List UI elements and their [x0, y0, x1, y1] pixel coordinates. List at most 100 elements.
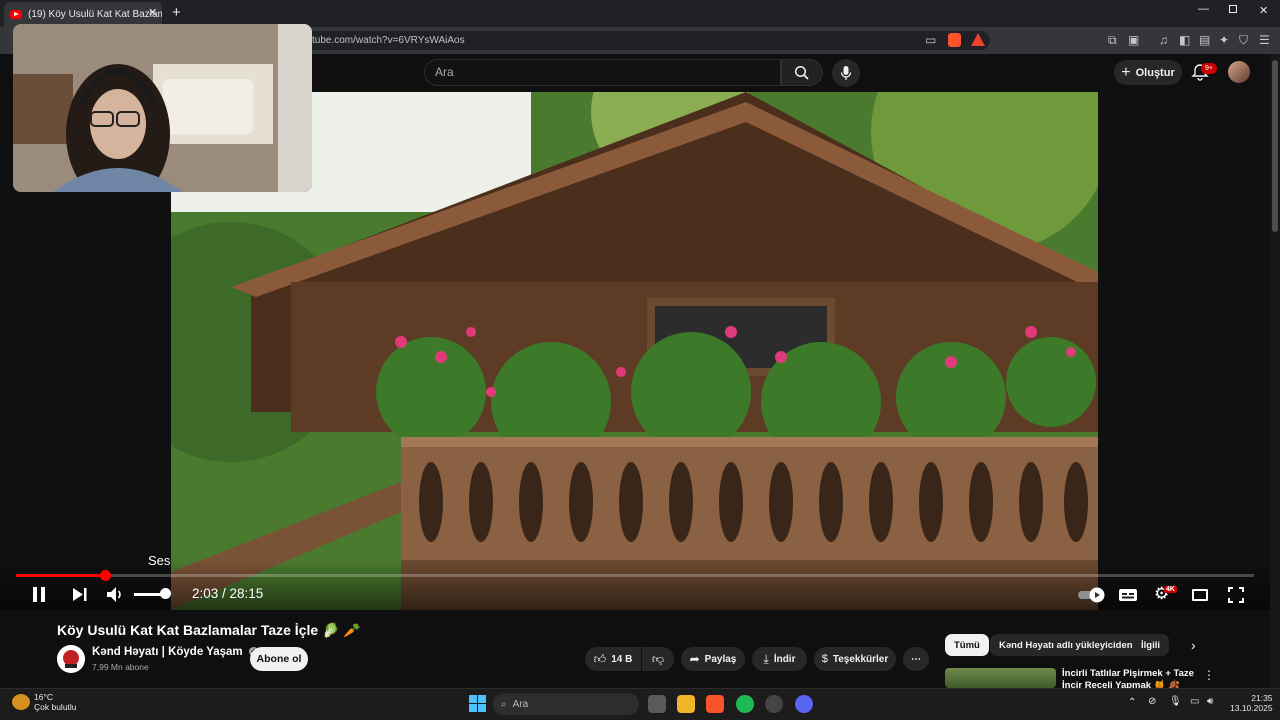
chips-next-icon[interactable]: ›: [1191, 637, 1196, 653]
vpn-icon[interactable]: ⛉: [1239, 27, 1248, 54]
recommendation-thumbnail[interactable]: [945, 668, 1056, 688]
weather-icon: [12, 694, 30, 710]
discord-icon[interactable]: [795, 695, 813, 713]
task-view-icon[interactable]: [648, 695, 666, 713]
voice-search-button[interactable]: [832, 59, 860, 87]
create-button[interactable]: + Oluştur: [1114, 60, 1182, 85]
progress-bar[interactable]: [16, 574, 1254, 577]
recommendation-title[interactable]: İncirli Tatlılar Pişirmek + Taze İncir R…: [1062, 668, 1202, 688]
file-explorer-icon[interactable]: [677, 695, 695, 713]
leo-ai-icon[interactable]: ✦: [1219, 27, 1229, 54]
youtube-favicon-icon: [10, 10, 22, 19]
fullscreen-button[interactable]: [1228, 587, 1244, 603]
share-button[interactable]: ➦ Paylaş: [681, 647, 745, 671]
dislike-button[interactable]: 👎︎: [642, 647, 674, 671]
brave-shield-icon[interactable]: [948, 33, 961, 47]
volume-slider-knob[interactable]: [160, 588, 171, 599]
download-button[interactable]: ⤓ İndir: [752, 647, 807, 671]
taskbar-search-icon: ⌕: [501, 698, 507, 710]
webcam-feed-illustration: [13, 24, 312, 192]
windows-logo-icon: [469, 695, 486, 712]
sidebar-icon[interactable]: ◧: [1179, 27, 1190, 54]
start-button[interactable]: [469, 695, 486, 712]
subtitles-icon: [1119, 589, 1137, 601]
like-count: 14 B: [611, 653, 633, 665]
next-button[interactable]: [72, 587, 88, 602]
autoplay-toggle-icon: [1078, 587, 1105, 603]
tray-overflow-icon[interactable]: ⌃: [1128, 697, 1136, 708]
taskbar-search-label: Ara: [512, 698, 529, 710]
thanks-button[interactable]: $ Teşekkürler: [814, 647, 896, 671]
clock-date: 13.10.2025: [1230, 703, 1273, 713]
cast-icon[interactable]: ▭: [925, 27, 936, 54]
taskbar-clock[interactable]: 21:35 13.10.2025: [1230, 693, 1273, 713]
autoplay-toggle[interactable]: [1077, 587, 1107, 603]
search-icon: [794, 65, 809, 80]
menu-icon[interactable]: ☰: [1259, 27, 1270, 54]
network-off-icon[interactable]: ⊘: [1148, 696, 1156, 707]
thanks-label: Teşekkürler: [832, 653, 889, 665]
weather-temp: 16°C: [34, 692, 53, 702]
maximize-icon[interactable]: [1229, 5, 1237, 13]
taskbar-search[interactable]: ⌕ Ara: [493, 693, 639, 715]
search-button[interactable]: [781, 59, 823, 86]
wallet-icon[interactable]: ▤: [1199, 27, 1210, 54]
share-label: Paylaş: [704, 653, 737, 665]
create-label: Oluştur: [1135, 66, 1175, 79]
fullscreen-icon: [1228, 587, 1244, 603]
notifications-badge: 9+: [1201, 63, 1217, 74]
screenshot-icon[interactable]: ▣: [1128, 27, 1139, 54]
browser-tab-strip: [0, 0, 1280, 27]
channel-logo-icon: [57, 645, 85, 673]
volume-icon: [107, 587, 121, 602]
speaker-tray-icon[interactable]: 🔊︎: [1207, 696, 1213, 707]
address-bar[interactable]: tube.com/watch?v=6VRYsWAiAos: [300, 31, 990, 50]
account-avatar[interactable]: [1228, 61, 1250, 83]
new-tab-icon[interactable]: +: [172, 4, 181, 21]
mute-button[interactable]: [106, 586, 124, 603]
spotify-icon[interactable]: [736, 695, 754, 713]
channel-name[interactable]: Kənd Həyatı | Köyde Yaşam ✓: [92, 646, 258, 658]
media-icon[interactable]: ♫: [1159, 27, 1168, 54]
quality-badge: 4K: [1164, 586, 1177, 593]
weather-description: Çok bulutlu: [34, 702, 77, 712]
share-icon: ➦: [689, 652, 700, 666]
plus-icon: +: [1121, 63, 1131, 81]
channel-avatar[interactable]: [57, 645, 85, 673]
progress-played: [16, 574, 106, 577]
microphone-tray-icon[interactable]: 🎙︎: [1169, 696, 1182, 707]
brave-rewards-icon[interactable]: [971, 33, 985, 46]
pause-icon: [33, 587, 45, 602]
theater-mode-button[interactable]: [1192, 589, 1208, 601]
recommendation-menu-icon[interactable]: ⋮: [1203, 668, 1215, 682]
thumbs-down-icon: 👎︎: [651, 651, 665, 666]
chip-from-uploader[interactable]: Kənd Həyatı adlı yükleyiciden: [990, 634, 1142, 656]
thumbs-up-icon: 👍︎: [593, 651, 607, 666]
page-scrollbar-thumb[interactable]: [1272, 60, 1278, 232]
chip-related[interactable]: İlgili: [1132, 634, 1169, 656]
more-actions-button[interactable]: ⋯: [903, 647, 929, 671]
pause-button[interactable]: [31, 586, 47, 603]
search-input[interactable]: Ara: [424, 59, 781, 86]
window-close-icon[interactable]: ✕: [1259, 4, 1268, 17]
display-tray-icon[interactable]: ▭: [1190, 696, 1199, 707]
subscriber-count: 7,99 Mn abone: [92, 662, 149, 672]
webcam-overlay: [13, 24, 312, 192]
super-thanks-icon: $: [821, 653, 828, 665]
app-icon[interactable]: [765, 695, 783, 713]
extensions-icon[interactable]: ⧉: [1108, 27, 1117, 54]
weather-widget[interactable]: 16°C Çok bulutlu: [34, 692, 77, 712]
settings-button[interactable]: ⚙ 4K: [1154, 584, 1178, 604]
channel-name-text: Kənd Həyatı | Köyde Yaşam: [92, 646, 243, 658]
tab-close-icon[interactable]: ✕: [148, 6, 157, 19]
volume-tooltip: Ses: [148, 553, 171, 568]
subtitles-button[interactable]: [1118, 587, 1138, 603]
subscribe-button[interactable]: Abone ol: [250, 647, 308, 671]
download-label: İndir: [773, 653, 796, 665]
chip-all[interactable]: Tümü: [945, 634, 989, 656]
time-display: 2:03 / 28:15: [192, 586, 264, 601]
brave-browser-icon[interactable]: [706, 695, 724, 713]
minimize-icon[interactable]: —: [1198, 3, 1209, 15]
like-button[interactable]: 👍︎ 14 B: [585, 647, 641, 671]
microphone-icon: [840, 66, 852, 80]
